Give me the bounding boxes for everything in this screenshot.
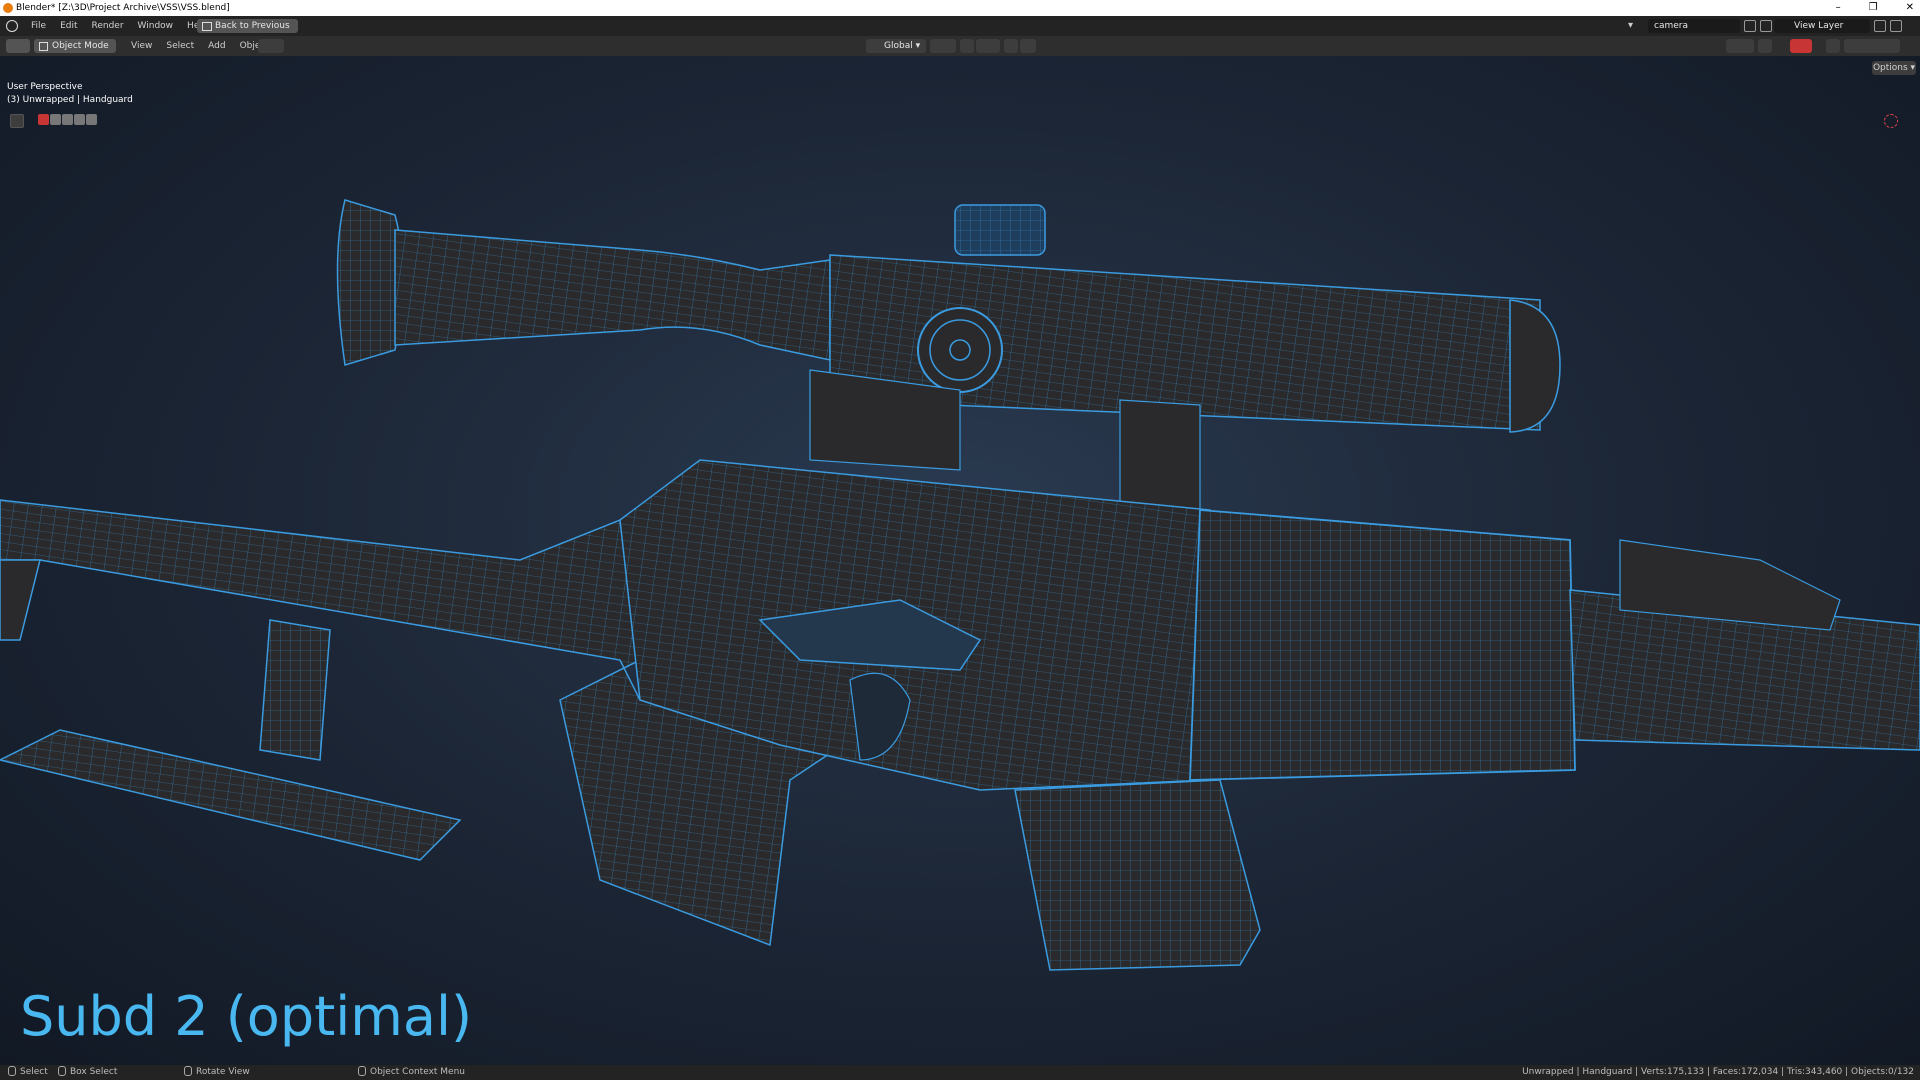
tool-settings [10, 114, 97, 128]
xray-toggle-button[interactable] [1826, 39, 1840, 53]
window-titlebar: Blender* [Z:\3D\Project Archive\VSS\VSS.… [0, 0, 1920, 16]
close-button[interactable]: ✕ [1906, 0, 1914, 16]
screen-icon [202, 22, 212, 31]
shading-modes-button[interactable] [1844, 39, 1900, 53]
proportional-edit-button[interactable] [1004, 39, 1018, 53]
snap-toggle-button[interactable] [960, 39, 974, 53]
status-box-select-label: Box Select [70, 1067, 118, 1077]
scene-statistics: Unwrapped | Handguard | Verts:175,133 | … [1522, 1067, 1914, 1077]
new-view-layer-icon[interactable] [1874, 20, 1886, 32]
status-select: Select [8, 1065, 48, 1080]
menu-render[interactable]: Render [85, 16, 131, 36]
minimize-button[interactable]: – [1836, 0, 1841, 16]
status-select-label: Select [20, 1067, 48, 1077]
scene-icon: ▾ [1628, 20, 1634, 31]
viewport-menu: View Select Add Object [124, 36, 276, 56]
scene-name-field[interactable]: camera [1648, 19, 1740, 33]
gizmo-toggle-button[interactable] [1758, 39, 1772, 53]
magazine-mesh [1014, 779, 1261, 971]
mouse-middle-icon [184, 1066, 192, 1076]
menu-window[interactable]: Window [131, 16, 181, 36]
maximize-button[interactable]: ❐ [1869, 0, 1878, 16]
navigation-gizmo-icon[interactable] [1884, 114, 1898, 128]
snap-element-button[interactable] [976, 39, 1000, 53]
select-extend-icon[interactable] [50, 114, 61, 125]
delete-scene-icon[interactable] [1760, 20, 1772, 32]
selection-mode-buttons [38, 114, 97, 128]
window-title: Blender* [Z:\3D\Project Archive\VSS\VSS.… [16, 3, 230, 13]
menu-view[interactable]: View [124, 36, 159, 56]
new-scene-icon[interactable] [1744, 20, 1756, 32]
view-layer-field[interactable]: View Layer [1774, 19, 1870, 33]
select-new-icon[interactable] [38, 114, 49, 125]
mouse-drag-icon [58, 1066, 66, 1076]
delete-view-layer-icon[interactable] [1890, 20, 1902, 32]
object-mode-icon [39, 42, 48, 51]
select-intersect-icon[interactable] [86, 114, 97, 125]
select-subtract-icon[interactable] [62, 114, 73, 125]
window-controls: – ❐ ✕ [1836, 0, 1914, 16]
mouse-right-icon [358, 1066, 366, 1076]
select-invert-icon[interactable] [74, 114, 85, 125]
status-context-menu: Object Context Menu [358, 1065, 465, 1080]
view-layer-selector[interactable]: View Layer [1774, 19, 1902, 33]
mode-selector[interactable]: Object Mode ▾ [34, 39, 116, 65]
3d-viewport[interactable] [0, 56, 1920, 1065]
options-button[interactable]: Options ▾ [1872, 61, 1916, 75]
back-to-previous-label: Back to Previous [215, 21, 290, 31]
wireframe-model [0, 199, 1920, 971]
main-menu: File Edit Render Window Help [24, 16, 215, 36]
proportional-falloff-button[interactable] [1020, 39, 1036, 53]
transform-orientation-label: Global [884, 41, 913, 51]
options-label: Options [1872, 63, 1908, 73]
scope-mesh [336, 199, 1561, 521]
mouse-left-icon [8, 1066, 16, 1076]
editor-type-button[interactable] [6, 39, 30, 53]
menu-edit[interactable]: Edit [53, 16, 84, 36]
snap-target-button[interactable] [930, 39, 956, 53]
object-info: (3) Unwrapped | Handguard [7, 95, 133, 105]
status-box-select: Box Select [58, 1065, 117, 1080]
scene-selector[interactable]: ▾ camera [1628, 19, 1772, 33]
back-to-previous-button[interactable]: Back to Previous [197, 19, 298, 33]
transform-orientation-selector[interactable]: Global ▾ [866, 39, 926, 53]
blender-menu-icon[interactable] [6, 20, 18, 32]
subdivision-caption: Subd 2 (optimal) [20, 985, 473, 1048]
status-rotate: Rotate View [184, 1065, 250, 1080]
visibility-button[interactable] [1726, 39, 1754, 53]
menu-select[interactable]: Select [159, 36, 201, 56]
top-menu-bar: File Edit Render Window Help Back to Pre… [0, 16, 1920, 36]
view-name: User Perspective [7, 82, 83, 92]
mode-label: Object Mode [52, 41, 109, 51]
pivot-point-button[interactable] [258, 39, 284, 53]
menu-file[interactable]: File [24, 16, 53, 36]
viewport-header: Object Mode ▾ View Select Add Object Glo… [0, 36, 1920, 65]
status-bar: Select Box Select Rotate View Object Con… [0, 1065, 1920, 1080]
status-rotate-label: Rotate View [196, 1067, 250, 1077]
blender-logo-icon [3, 3, 13, 13]
menu-add[interactable]: Add [201, 36, 232, 56]
overlays-button[interactable] [1790, 39, 1812, 53]
handguard-mesh [1189, 509, 1920, 781]
viewport-info: User Perspective (3) Unwrapped | Handgua… [7, 81, 133, 107]
status-context-menu-label: Object Context Menu [370, 1067, 466, 1077]
select-tool-icon[interactable] [10, 114, 24, 128]
